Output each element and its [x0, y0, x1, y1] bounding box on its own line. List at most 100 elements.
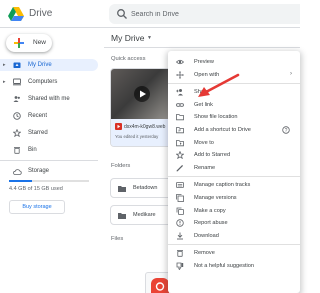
sidebar-item-label: Recent — [28, 113, 48, 119]
link-icon — [176, 103, 184, 107]
menu-item-download[interactable]: Download — [168, 230, 300, 242]
menu-item-add-a-shortcut-to-drive[interactable]: Add a shortcut to Drive? — [168, 124, 300, 136]
menu-item-show-file-location[interactable]: Show file location — [168, 111, 300, 123]
star-icon — [13, 129, 21, 137]
people-icon — [13, 96, 20, 102]
buy-storage-button[interactable]: Buy storage — [9, 200, 65, 214]
menu-item-remove[interactable]: Remove — [168, 247, 300, 259]
app-title: Drive — [29, 8, 53, 19]
person-add-icon — [176, 89, 183, 96]
sidebar-item-my-drive[interactable]: ▸ My Drive — [0, 59, 98, 71]
storage-usage-text: 4.4 GB of 15 GB used — [9, 186, 63, 192]
drive-folder-icon — [13, 62, 21, 68]
expand-arrow-icon[interactable]: ▸ — [3, 62, 6, 68]
svg-text:?: ? — [285, 128, 288, 134]
video-thumbnail — [111, 69, 171, 119]
menu-item-label: Preview — [194, 59, 214, 65]
menu-item-not-a-helpful-suggestion[interactable]: Not a helpful suggestion — [168, 260, 300, 272]
open-with-icon — [176, 70, 184, 79]
menu-item-label: Not a helpful suggestion — [194, 263, 255, 269]
shortcut-icon — [176, 127, 184, 134]
new-button-label: New — [33, 39, 47, 46]
search-icon[interactable] — [116, 8, 128, 20]
menu-item-make-a-copy[interactable]: Make a copy — [168, 205, 300, 217]
menu-separator — [168, 176, 300, 178]
storage-bar — [9, 180, 89, 182]
sidebar-divider — [0, 160, 98, 161]
move-icon — [176, 139, 184, 146]
menu-item-report-abuse[interactable]: Report abuse — [168, 217, 300, 229]
search-bar[interactable] — [109, 4, 300, 24]
drive-logo-icon[interactable] — [8, 7, 24, 21]
sidebar-item-label: Starred — [28, 130, 48, 136]
menu-item-manage-caption-tracks[interactable]: Manage caption tracks — [168, 179, 300, 191]
breadcrumb[interactable]: My Drive — [111, 33, 145, 43]
captions-icon — [176, 182, 184, 189]
folder-icon — [176, 114, 184, 121]
report-icon — [176, 219, 184, 227]
folder-icon — [118, 213, 126, 219]
menu-item-label: Report abuse — [194, 220, 228, 227]
menu-item-manage-versions[interactable]: Manage versions — [168, 192, 300, 204]
clock-icon — [13, 112, 21, 120]
files-heading: Files — [111, 236, 124, 242]
storage-label: Storage — [28, 168, 50, 174]
chevron-down-icon[interactable]: ▼ — [147, 35, 152, 41]
menu-separator — [168, 244, 300, 246]
quick-access-card[interactable]: dsx4m-k0gw8.web You edited it yesterday — [110, 68, 172, 147]
sidebar-item-starred[interactable]: Starred — [0, 127, 98, 139]
help-icon[interactable]: ? — [282, 126, 290, 134]
menu-item-add-to-starred[interactable]: Add to Starred — [168, 149, 300, 161]
menu-item-label: Move to — [194, 139, 214, 146]
trash-icon — [177, 250, 183, 258]
expand-arrow-icon[interactable]: ▸ — [3, 79, 6, 85]
search-input[interactable] — [131, 4, 291, 24]
menu-item-label: Show file location — [194, 114, 238, 121]
menu-item-label: Rename — [194, 164, 216, 171]
download-icon — [177, 232, 183, 240]
folder-item[interactable]: Betadown — [110, 178, 172, 198]
folder-item[interactable]: Medikare — [110, 205, 172, 225]
sidebar-item-shared-with-me[interactable]: Shared with me — [0, 93, 98, 105]
storage-bar-fill — [9, 180, 33, 182]
menu-item-preview[interactable]: Preview — [168, 56, 300, 68]
menu-item-get-link[interactable]: Get link — [168, 99, 300, 111]
sidebar-item-label: Computers — [28, 79, 58, 85]
menu-item-label: Remove — [194, 250, 215, 257]
menu-item-label: Get link — [194, 101, 213, 108]
menu-item-move-to[interactable]: Move to — [168, 137, 300, 149]
app-header: Drive — [0, 0, 300, 28]
red-arrow-annotation — [198, 73, 240, 97]
menu-item-label: Manage caption tracks — [194, 182, 251, 189]
plus-icon — [14, 38, 24, 48]
pdf-file-icon — [151, 278, 169, 293]
thumb-down-icon — [176, 262, 184, 270]
computer-icon — [13, 78, 21, 86]
new-button[interactable]: New — [6, 34, 52, 52]
sidebar-item-recent[interactable]: Recent — [0, 110, 98, 122]
main-divider — [104, 47, 300, 48]
folder-name: Betadown — [133, 185, 158, 191]
chevron-right-icon: › — [290, 70, 292, 77]
menu-item-rename[interactable]: Rename — [168, 162, 300, 174]
versions-icon — [176, 194, 184, 202]
quick-access-file-meta: You edited it yesterday — [115, 134, 159, 139]
folders-heading: Folders — [111, 163, 131, 169]
sidebar-item-computers[interactable]: ▸ Computers — [0, 76, 98, 88]
sidebar-item-label: Bin — [28, 147, 37, 153]
eye-icon — [176, 59, 184, 65]
folder-name: Medikare — [133, 212, 156, 218]
menu-item-label: Add to Starred — [194, 152, 231, 159]
star-icon — [176, 151, 184, 160]
pencil-icon — [176, 164, 184, 172]
menu-item-label: Add a shortcut to Drive — [194, 127, 251, 133]
cloud-icon — [13, 169, 22, 175]
video-file-icon — [115, 123, 122, 130]
sidebar-item-bin[interactable]: Bin — [0, 144, 98, 156]
menu-item-label: Make a copy — [194, 207, 226, 214]
copy-icon — [176, 207, 184, 215]
folder-icon — [118, 186, 126, 192]
play-icon — [134, 86, 150, 102]
menu-item-label: Download — [194, 232, 219, 239]
quick-access-file-name: dsx4m-k0gw8.web — [124, 124, 166, 130]
